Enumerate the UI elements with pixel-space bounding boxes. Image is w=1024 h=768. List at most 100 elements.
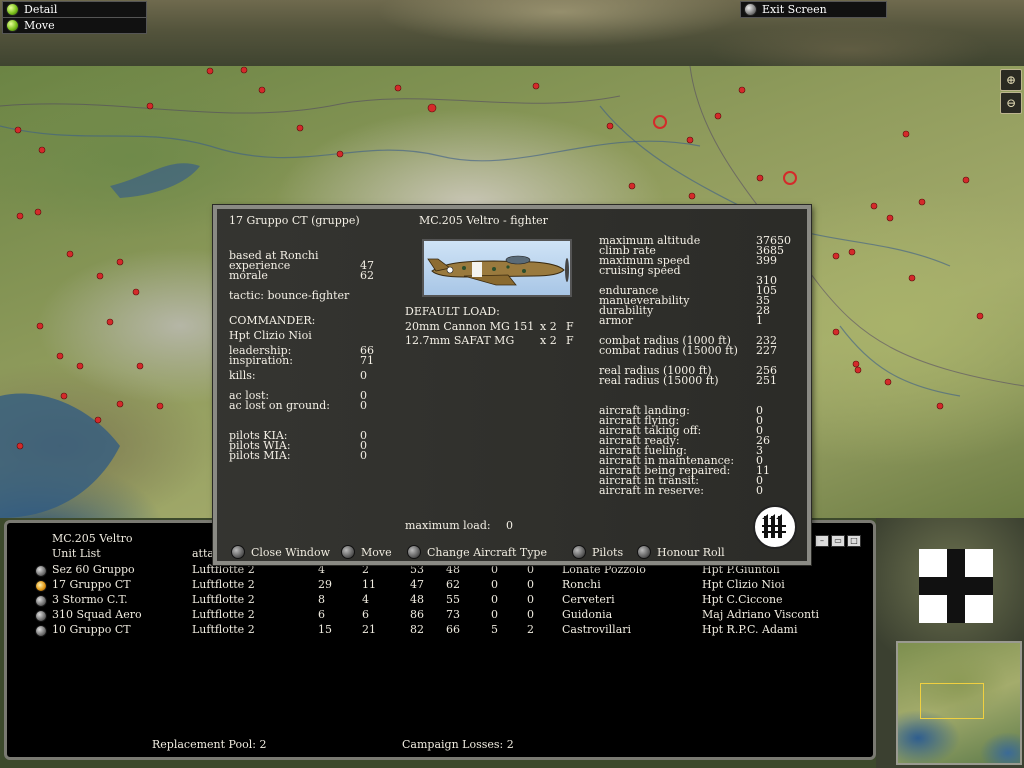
fasces-emblem-icon bbox=[753, 505, 797, 549]
panel-maximize-button[interactable]: □ bbox=[847, 535, 861, 547]
unit-commander: Maj Adriano Visconti bbox=[702, 608, 819, 621]
column-header-fragment: atta bbox=[192, 547, 214, 560]
button-knob-icon bbox=[231, 545, 245, 559]
table-row[interactable]: 10 Gruppo CT Luftflotte 2 15 21 82 66 5 … bbox=[7, 624, 867, 639]
weapon-name: 12.7mm SAFAT MG bbox=[405, 334, 515, 347]
morale-label: morale bbox=[229, 269, 268, 282]
weapon-arc: F bbox=[566, 334, 574, 347]
move-button[interactable]: Move bbox=[341, 545, 392, 559]
detail-button[interactable]: Detail bbox=[2, 1, 147, 18]
row-status-icon bbox=[35, 610, 47, 622]
unit-base: Lonate Pozzolo bbox=[562, 563, 646, 576]
unit-col6: 0 bbox=[527, 563, 534, 576]
green-led-icon bbox=[6, 19, 19, 32]
commander-name: Hpt Clizio Nioi bbox=[229, 329, 312, 342]
unit-col3: 86 bbox=[410, 608, 424, 621]
zoom-out-icon: ⊖ bbox=[1005, 96, 1017, 110]
unit-hq: Luftflotte 2 bbox=[192, 593, 255, 606]
unit-commander: Hpt R.P.C. Adami bbox=[702, 623, 798, 636]
table-row[interactable]: 3 Stormo C.T. Luftflotte 2 8 4 48 55 0 0… bbox=[7, 594, 867, 609]
unit-col4: 66 bbox=[446, 623, 460, 636]
move-button-label: Move bbox=[361, 545, 392, 559]
pilots-label: Pilots bbox=[592, 545, 624, 559]
unit-col6: 0 bbox=[527, 578, 534, 591]
zoom-out-button[interactable]: ⊖ bbox=[1000, 92, 1022, 114]
unit-col5: 0 bbox=[491, 578, 498, 591]
row-status-icon bbox=[35, 580, 47, 592]
top-bar: Detail Move Exit Screen bbox=[0, 0, 1024, 66]
unit-col4: 48 bbox=[446, 563, 460, 576]
inspiration-value: 71 bbox=[360, 354, 374, 367]
zoom-in-button[interactable]: ⊕ bbox=[1000, 69, 1022, 91]
unit-col1: 29 bbox=[318, 578, 332, 591]
aircraft-title: MC.205 Veltro - fighter bbox=[419, 214, 548, 227]
panel-restore-button[interactable]: ▭ bbox=[831, 535, 845, 547]
move-top-button[interactable]: Move bbox=[2, 17, 147, 34]
change-aircraft-type-button[interactable]: Change Aircraft Type bbox=[407, 545, 547, 559]
unit-name: 17 Gruppo CT bbox=[52, 578, 131, 591]
unit-col3: 82 bbox=[410, 623, 424, 636]
inspiration-label: inspiration: bbox=[229, 354, 293, 367]
unit-col6: 0 bbox=[527, 593, 534, 606]
unit-col2: 2 bbox=[362, 563, 369, 576]
exit-screen-button[interactable]: Exit Screen bbox=[740, 1, 887, 18]
unit-col5: 0 bbox=[491, 563, 498, 576]
table-row[interactable]: 310 Squad Aero Luftflotte 2 6 6 86 73 0 … bbox=[7, 609, 867, 624]
aircraft-image bbox=[422, 239, 572, 297]
row-status-icon bbox=[35, 595, 47, 607]
pilots-mia-label: pilots MIA: bbox=[229, 449, 291, 462]
unit-hq: Luftflotte 2 bbox=[192, 578, 255, 591]
close-window-label: Close Window bbox=[251, 545, 331, 559]
unit-col5: 0 bbox=[491, 593, 498, 606]
unit-col5: 0 bbox=[491, 608, 498, 621]
button-knob-icon bbox=[407, 545, 421, 559]
panel-aircraft-name: MC.205 Veltro bbox=[52, 532, 133, 545]
max-load-value: 0 bbox=[506, 519, 513, 532]
unit-commander: Hpt C.Ciccone bbox=[702, 593, 783, 606]
campaign-losses: Campaign Losses: 2 bbox=[402, 738, 514, 751]
tactic: tactic: bounce-fighter bbox=[229, 289, 350, 302]
unit-detail-window: 17 Gruppo CT (gruppe) MC.205 Veltro - fi… bbox=[213, 205, 811, 565]
overview-minimap[interactable] bbox=[896, 641, 1022, 765]
unit-name: 3 Stormo C.T. bbox=[52, 593, 128, 606]
max-speed-value: 399 bbox=[756, 254, 777, 267]
honour-roll-button[interactable]: Honour Roll bbox=[637, 545, 725, 559]
grey-led-icon bbox=[744, 3, 757, 16]
table-row[interactable]: Sez 60 Gruppo Luftflotte 2 4 2 53 48 0 0… bbox=[7, 564, 867, 579]
combat-radius-15000-label: combat radius (15000 ft) bbox=[599, 344, 738, 357]
unit-name: Sez 60 Gruppo bbox=[52, 563, 135, 576]
button-knob-icon bbox=[637, 545, 651, 559]
morale-value: 62 bbox=[360, 269, 374, 282]
unit-commander: Hpt Clizio Nioi bbox=[702, 578, 785, 591]
unit-base: Castrovillari bbox=[562, 623, 632, 636]
table-row-selected[interactable]: 17 Gruppo CT Luftflotte 2 29 11 47 62 0 … bbox=[7, 579, 867, 594]
kills-value: 0 bbox=[360, 369, 367, 382]
unit-title: 17 Gruppo CT (gruppe) bbox=[229, 214, 360, 227]
unit-col4: 73 bbox=[446, 608, 460, 621]
close-window-button[interactable]: Close Window bbox=[231, 545, 330, 559]
unit-name: 10 Gruppo CT bbox=[52, 623, 131, 636]
weapon-qty: x 2 bbox=[540, 334, 557, 347]
commander-label: COMMANDER: bbox=[229, 314, 316, 327]
change-aircraft-label: Change Aircraft Type bbox=[427, 545, 547, 559]
exit-label: Exit Screen bbox=[762, 3, 827, 16]
default-load-header: DEFAULT LOAD: bbox=[405, 305, 500, 318]
unit-col2: 21 bbox=[362, 623, 376, 636]
balkenkreuz-icon bbox=[919, 549, 993, 623]
combat-radius-15000-value: 227 bbox=[756, 344, 777, 357]
pilots-button[interactable]: Pilots bbox=[572, 545, 623, 559]
aircraft-reserve-value: 0 bbox=[756, 484, 763, 497]
unit-col6: 2 bbox=[527, 623, 534, 636]
unit-col2: 11 bbox=[362, 578, 376, 591]
ac-lost-ground-value: 0 bbox=[360, 399, 367, 412]
unit-list-title: Unit List bbox=[52, 547, 101, 560]
minimap-viewport[interactable] bbox=[920, 683, 984, 719]
panel-minimize-button[interactable]: – bbox=[815, 535, 829, 547]
replacement-pool: Replacement Pool: 2 bbox=[152, 738, 267, 751]
unit-base: Cerveteri bbox=[562, 593, 615, 606]
green-led-icon bbox=[6, 3, 19, 16]
unit-hq: Luftflotte 2 bbox=[192, 563, 255, 576]
aircraft-reserve-label: aircraft in reserve: bbox=[599, 484, 705, 497]
unit-col3: 53 bbox=[410, 563, 424, 576]
pilots-mia-value: 0 bbox=[360, 449, 367, 462]
